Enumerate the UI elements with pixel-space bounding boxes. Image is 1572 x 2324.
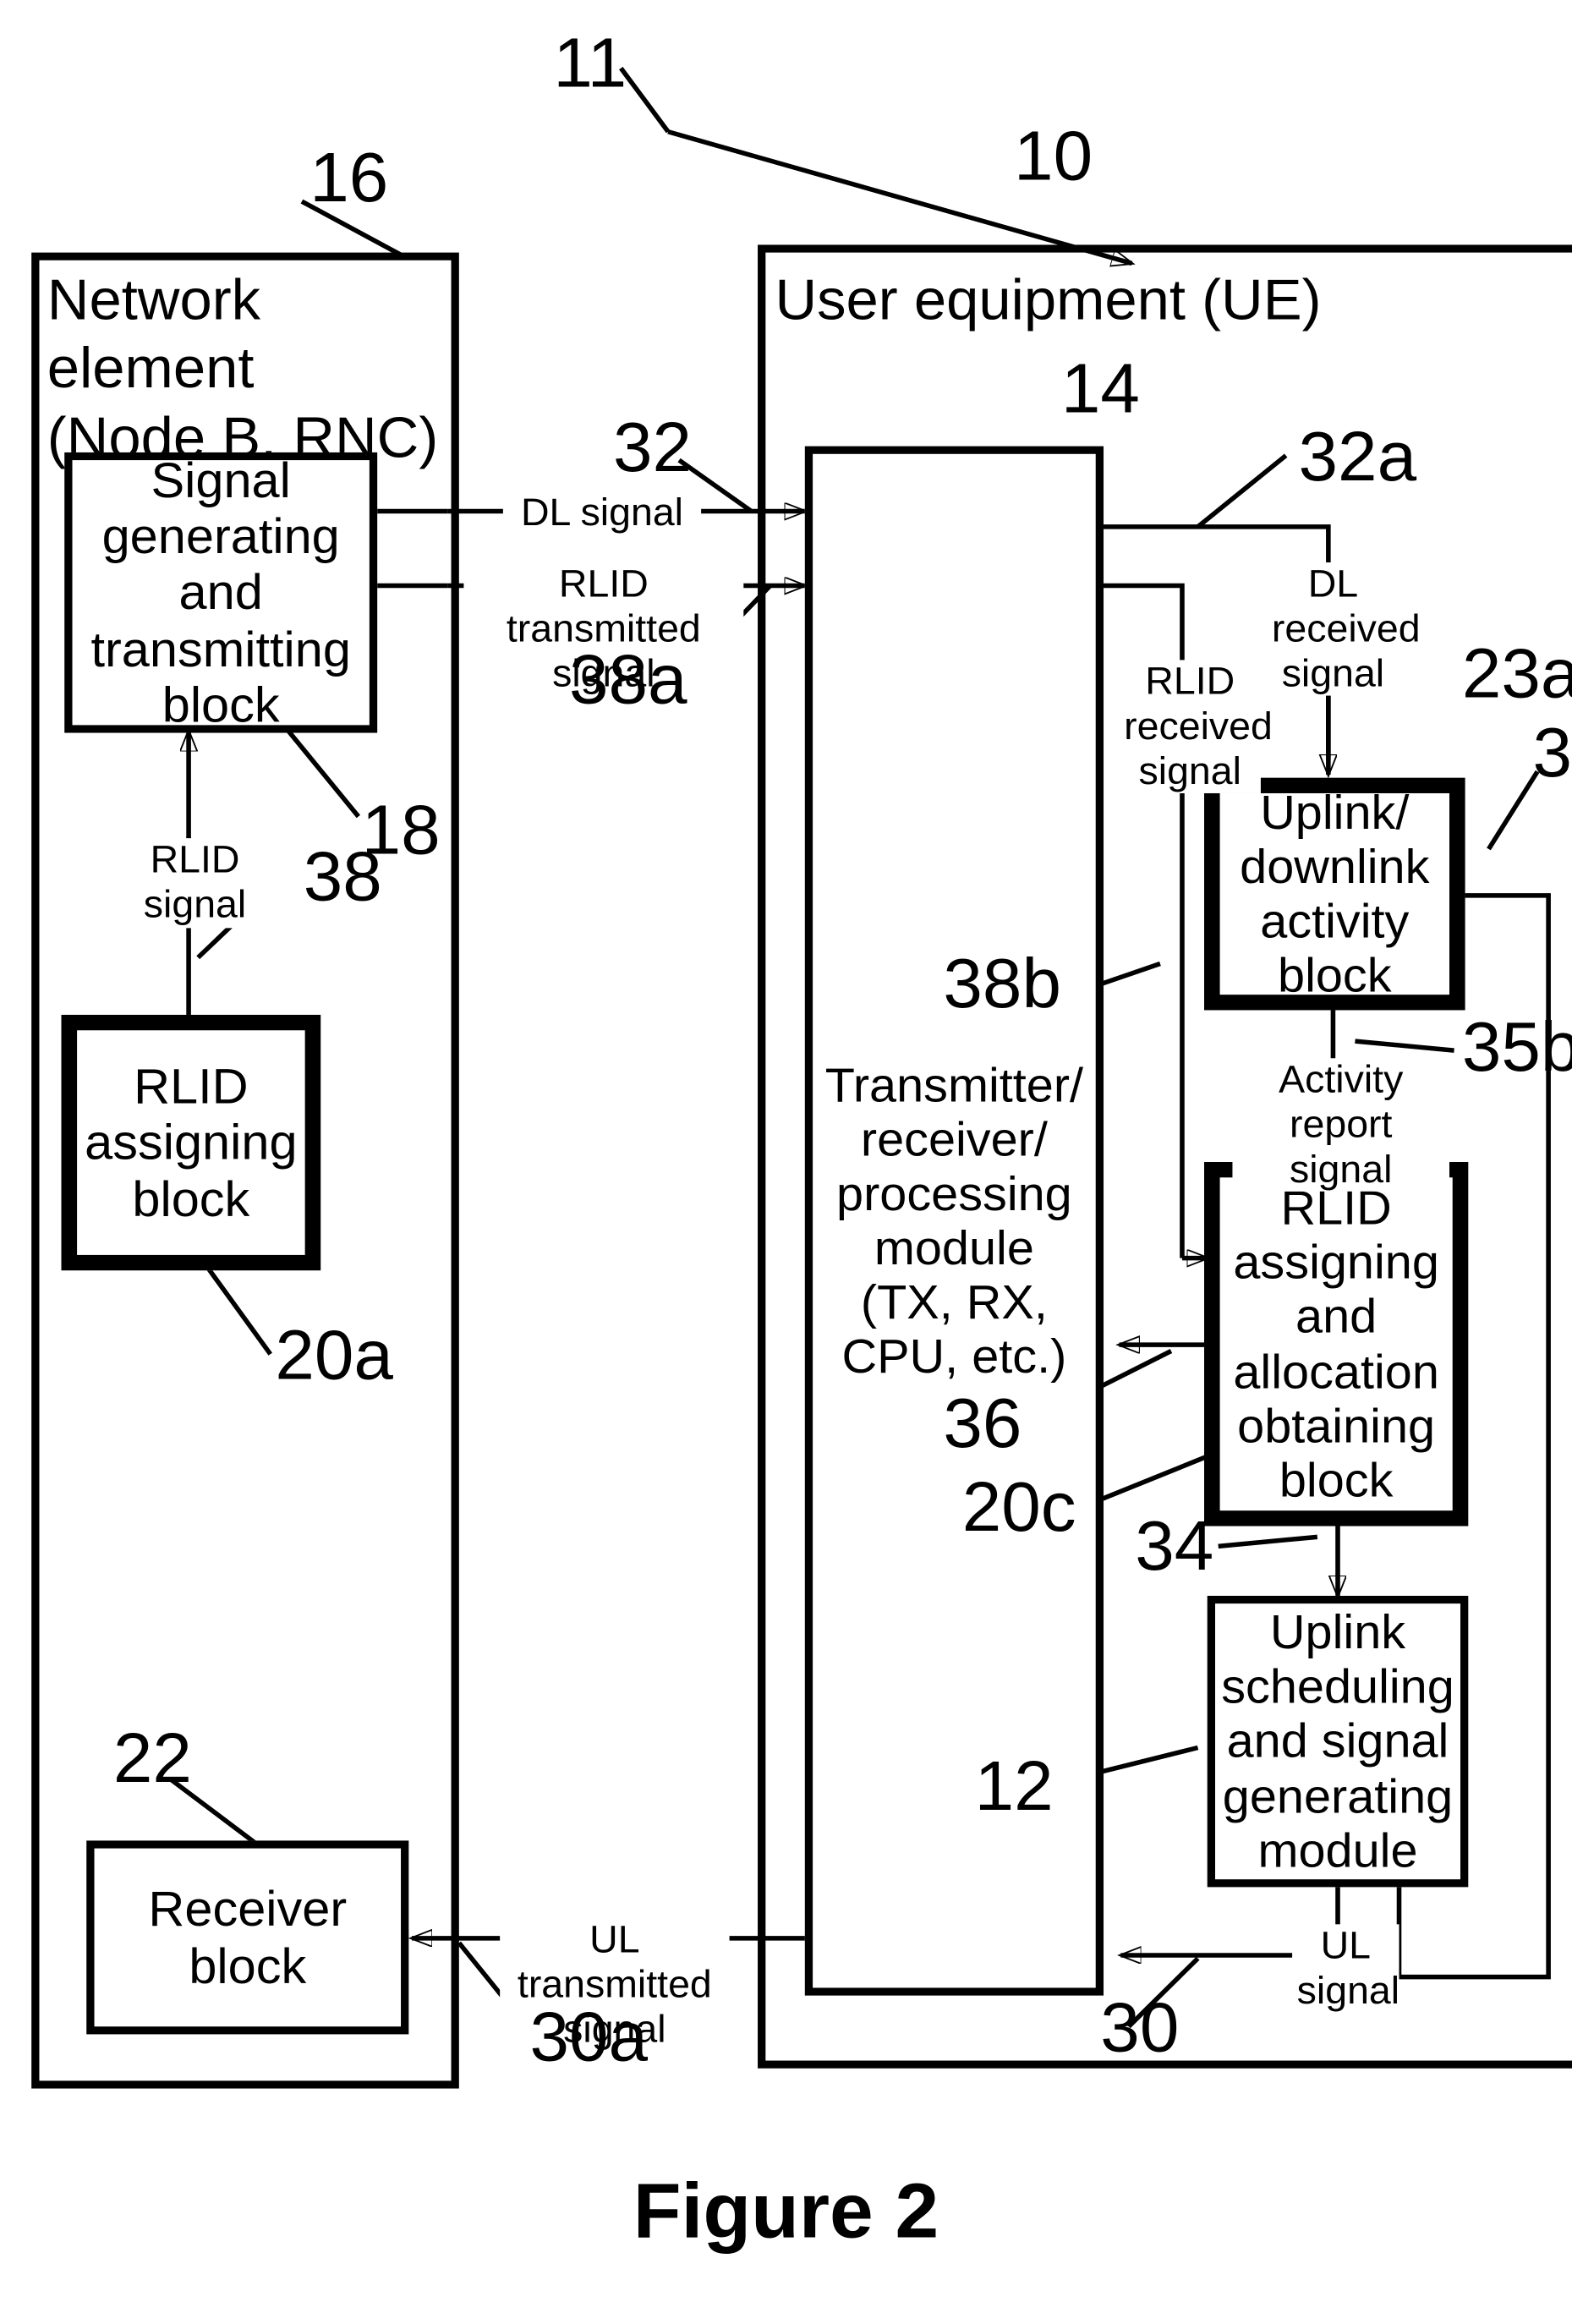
ref-22: 22	[112, 1718, 192, 1798]
ref-12: 12	[974, 1746, 1054, 1826]
block-label: RLID assigning and allocation obtaining …	[1233, 1181, 1439, 1507]
ref-38b: 38b	[943, 943, 1061, 1023]
ul-signal-label: UL signal	[1292, 1924, 1399, 2014]
block-label: Uplink/ downlink activity block	[1240, 785, 1430, 1003]
ref-20a: 20a	[275, 1315, 393, 1395]
ref-23a: 23a	[1461, 633, 1572, 713]
figure-caption: Figure 2	[633, 2167, 939, 2255]
dl-signal-label: DL signal	[502, 491, 702, 536]
ref-38a: 38a	[568, 639, 687, 720]
block-label: Receiver block	[148, 1881, 348, 1993]
block-label: Uplink scheduling and signal generating …	[1221, 1605, 1454, 1877]
patent-figure-page: Network element (Node B, RNC) User equipm…	[0, 0, 1572, 2324]
rlid-assigning-block: RLID assigning block	[61, 1014, 321, 1271]
ref-30-right-top: 30	[1532, 712, 1572, 792]
block-label: Signal generating and transmitting block	[90, 452, 351, 733]
ref-38: 38	[303, 836, 382, 916]
dl-received-signal-label: DL received signal	[1267, 562, 1421, 697]
ref-32: 32	[613, 407, 693, 487]
ref-36: 36	[943, 1383, 1022, 1463]
uplink-downlink-activity-block: Uplink/ downlink activity block	[1203, 777, 1465, 1011]
rlid-signal-label: RLID signal	[129, 838, 261, 928]
ref-10: 10	[1014, 116, 1093, 195]
activity-report-signal-label: Activity report signal	[1232, 1058, 1449, 1192]
ref-34: 34	[1135, 1505, 1214, 1586]
rlid-received-signal-label: RLID received signal	[1119, 660, 1273, 794]
transmitter-receiver-processing-module: Transmitter/ receiver/ processing module…	[804, 446, 1104, 1996]
block-label: Transmitter/ receiver/ processing module…	[824, 1058, 1084, 1384]
signal-generating-transmitting-block: Signal generating and transmitting block	[64, 452, 378, 733]
receiver-block: Receiver block	[86, 1840, 409, 2035]
scaled-layer: Network element (Node B, RNC) User equipm…	[0, 0, 1572, 2324]
ref-20c: 20c	[961, 1466, 1076, 1547]
ref-35b: 35b	[1461, 1006, 1572, 1087]
ref-32a: 32a	[1298, 416, 1417, 496]
rlid-assigning-allocation-obtaining-block: RLID assigning and allocation obtaining …	[1203, 1162, 1469, 1526]
ref-16: 16	[309, 138, 389, 217]
ref-30a: 30a	[529, 1997, 649, 2076]
ref-14: 14	[1060, 348, 1140, 428]
ref-11: 11	[553, 23, 627, 102]
block-label: RLID assigning block	[85, 1058, 298, 1227]
network-element-title: Network element (Node B, RNC)	[47, 267, 439, 469]
ref-30-bottom: 30	[1100, 1987, 1180, 2067]
uplink-scheduling-signal-generating-module: Uplink scheduling and signal generating …	[1207, 1595, 1469, 1888]
user-equipment-title: User equipment (UE)	[775, 267, 1322, 332]
